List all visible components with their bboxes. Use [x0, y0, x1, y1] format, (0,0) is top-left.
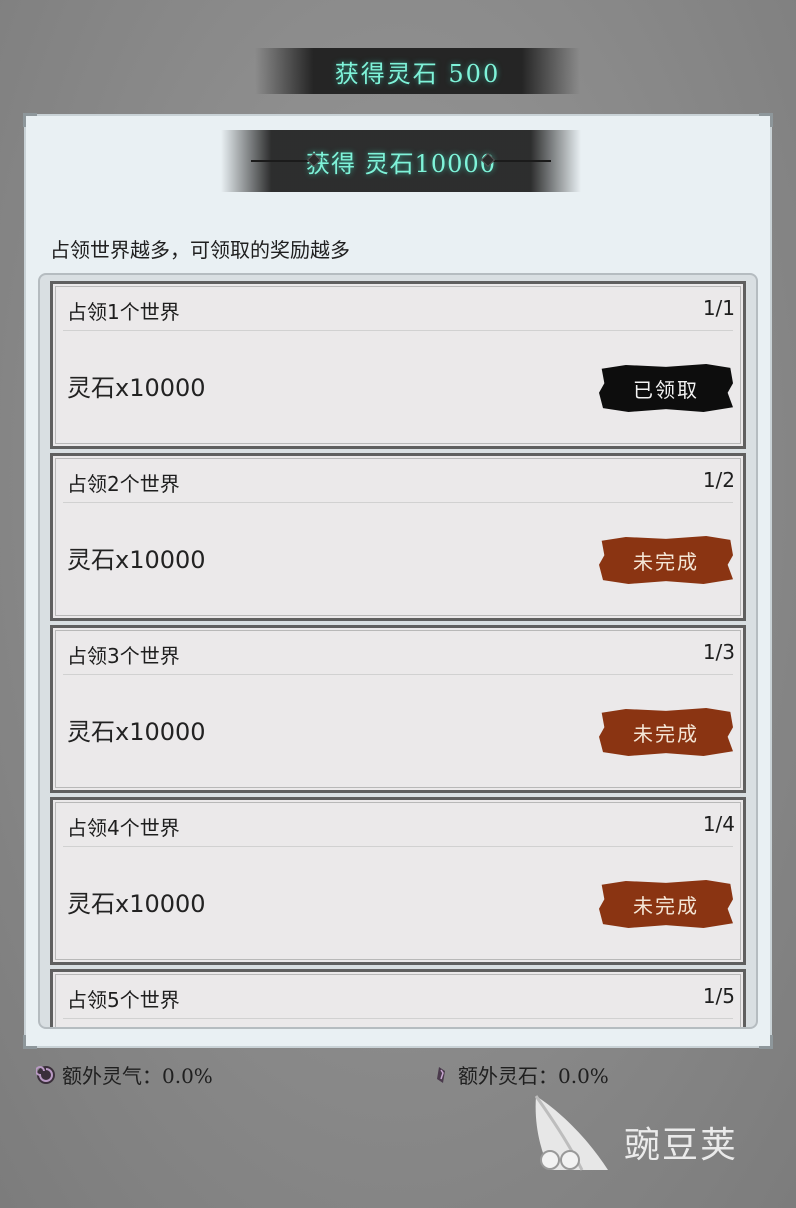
toast-text: 获得灵石 500	[334, 59, 501, 88]
incomplete-button[interactable]: 未完成	[599, 708, 733, 756]
reward-card: 占领3个世界 1/3 灵石x10000 未完成	[50, 625, 746, 793]
extra-stone-stat: 额外灵石：0.0%	[432, 1060, 609, 1089]
watermark-text: 豌豆荚	[624, 1125, 739, 1166]
reward-toast: 获得灵石 500	[255, 48, 580, 94]
card-progress: 1/1	[702, 296, 735, 320]
spirit-stone-icon	[437, 1066, 445, 1083]
banner-text: 获得 灵石10000	[306, 149, 496, 178]
banner-line	[491, 160, 551, 162]
card-divider	[63, 330, 733, 331]
card-progress: 1/4	[702, 812, 735, 836]
card-reward: 灵石x10000	[67, 546, 206, 574]
card-progress: 1/2	[702, 468, 735, 492]
incomplete-button[interactable]: 未完成	[599, 880, 733, 928]
corner-ornament	[23, 1035, 37, 1049]
reward-card: 占领5个世界 1/5	[50, 969, 746, 1027]
reward-card: 占领4个世界 1/4 灵石x10000 未完成	[50, 797, 746, 965]
card-divider	[63, 674, 733, 675]
incomplete-button[interactable]: 未完成	[599, 536, 733, 584]
card-title: 占领4个世界	[67, 816, 180, 840]
wandoujia-logo-icon	[534, 1095, 608, 1171]
wandoujia-watermark: 豌豆荚	[528, 1090, 768, 1180]
card-divider	[63, 502, 733, 503]
panel-subtitle: 占领世界越多，可领取的奖励越多	[50, 238, 350, 262]
claimed-button[interactable]: 已领取	[599, 364, 733, 412]
corner-ornament	[759, 113, 773, 127]
extra-qi-stat: 额外灵气：0.0%	[36, 1060, 213, 1089]
reward-card: 占领2个世界 1/2 灵石x10000 未完成	[50, 453, 746, 621]
extra-qi-label: 额外灵气：0.0%	[62, 1064, 213, 1088]
reward-banner: 获得 灵石10000	[221, 130, 581, 192]
card-title: 占领1个世界	[67, 300, 180, 324]
card-divider	[63, 846, 733, 847]
card-reward: 灵石x10000	[67, 374, 206, 402]
corner-ornament	[23, 113, 37, 127]
reward-list[interactable]: 占领1个世界 1/1 灵石x10000 已领取 占领2个世界 1/2 灵石x10…	[38, 273, 758, 1029]
reward-panel: 获得 灵石10000 占领世界越多，可领取的奖励越多 占领1个世界 1/1 灵石…	[23, 113, 773, 1049]
extra-stone-label: 额外灵石：0.0%	[458, 1064, 609, 1088]
reward-card: 占领1个世界 1/1 灵石x10000 已领取	[50, 281, 746, 449]
banner-line	[251, 160, 311, 162]
card-title: 占领2个世界	[67, 472, 180, 496]
card-title: 占领3个世界	[67, 644, 180, 668]
card-divider	[63, 1018, 733, 1019]
card-reward: 灵石x10000	[67, 890, 206, 918]
card-progress: 1/5	[702, 984, 735, 1008]
card-reward: 灵石x10000	[67, 718, 206, 746]
swirl-qi-icon	[36, 1065, 55, 1084]
card-title: 占领5个世界	[67, 988, 180, 1012]
card-progress: 1/3	[702, 640, 735, 664]
corner-ornament	[759, 1035, 773, 1049]
